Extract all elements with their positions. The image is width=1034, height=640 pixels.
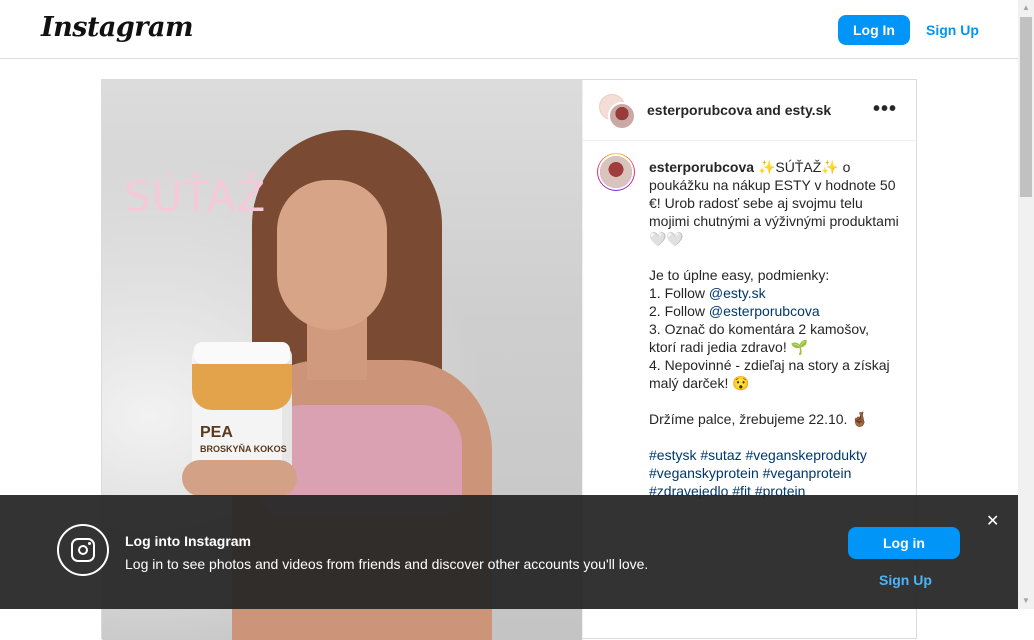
caption-condition-1: 1. Follow @esty.sk xyxy=(649,285,766,301)
jar-brand: PEA xyxy=(200,424,233,441)
photo-hand xyxy=(182,460,297,496)
signup-link[interactable]: Sign Up xyxy=(926,22,979,38)
caption-conditions-intro: Je to úplne easy, podmienky: xyxy=(649,267,830,283)
instagram-logo[interactable]: Instagram xyxy=(41,12,194,43)
post-header: esterporubcova and esty.sk ••• xyxy=(583,80,917,141)
scrollbar-thumb[interactable] xyxy=(1020,17,1032,197)
protein-jar-label: PEA BROSKYŇA KOKOS xyxy=(200,425,287,457)
banner-title: Log into Instagram xyxy=(125,533,251,549)
caption-first-paragraph: esterporubcova ✨SÚŤAŽ✨ o poukážku na nák… xyxy=(649,158,899,248)
caption-hashtags[interactable]: #estysk #sutaz #veganskeprodukty #vegans… xyxy=(649,446,899,500)
login-banner: Log into Instagram Log in to see photos … xyxy=(0,495,1018,609)
instagram-icon xyxy=(57,524,109,576)
caption-avatar-story-ring[interactable] xyxy=(597,153,635,191)
caption-closing: Držíme palce, žrebujeme 22.10. 🤞🏾 xyxy=(649,411,869,427)
page-scrollbar[interactable]: ▲ ▼ xyxy=(1018,0,1034,609)
caption-username[interactable]: esterporubcova xyxy=(649,159,754,175)
scroll-up-arrow-icon[interactable]: ▲ xyxy=(1018,0,1034,16)
banner-signup-link[interactable]: Sign Up xyxy=(879,572,932,588)
post-caption: esterporubcova ✨SÚŤAŽ✨ o poukážku na nák… xyxy=(649,158,899,500)
close-icon[interactable]: ✕ xyxy=(986,511,999,531)
more-options-icon[interactable]: ••• xyxy=(873,98,897,121)
caption-condition-2: 2. Follow @esterporubcova xyxy=(649,303,820,319)
image-overlay-text: SÚŤAŽ xyxy=(124,172,267,221)
caption-condition-4: 4. Nepovinné - zdieľaj na story a získaj… xyxy=(649,357,890,391)
jar-flavor: BROSKYŇA KOKOS xyxy=(200,444,287,454)
protein-jar-lid xyxy=(194,342,290,366)
mention-esterporubcova[interactable]: @esterporubcova xyxy=(709,303,820,319)
caption-avatar[interactable] xyxy=(600,156,632,188)
banner-login-button[interactable]: Log in xyxy=(848,527,960,559)
post-authors[interactable]: esterporubcova and esty.sk xyxy=(647,102,831,118)
mention-esty[interactable]: @esty.sk xyxy=(709,285,766,301)
login-button[interactable]: Log In xyxy=(838,15,910,45)
top-nav-bar: Instagram Log In Sign Up xyxy=(0,0,1018,59)
banner-text: Log in to see photos and videos from fri… xyxy=(125,556,649,572)
collab-avatar-front[interactable] xyxy=(608,102,636,130)
protein-jar-drip xyxy=(192,364,292,410)
scroll-down-arrow-icon[interactable]: ▼ xyxy=(1018,593,1034,609)
photo-face xyxy=(277,180,387,330)
caption-condition-3: 3. Označ do komentára 2 kamošov, ktorí r… xyxy=(649,321,869,355)
